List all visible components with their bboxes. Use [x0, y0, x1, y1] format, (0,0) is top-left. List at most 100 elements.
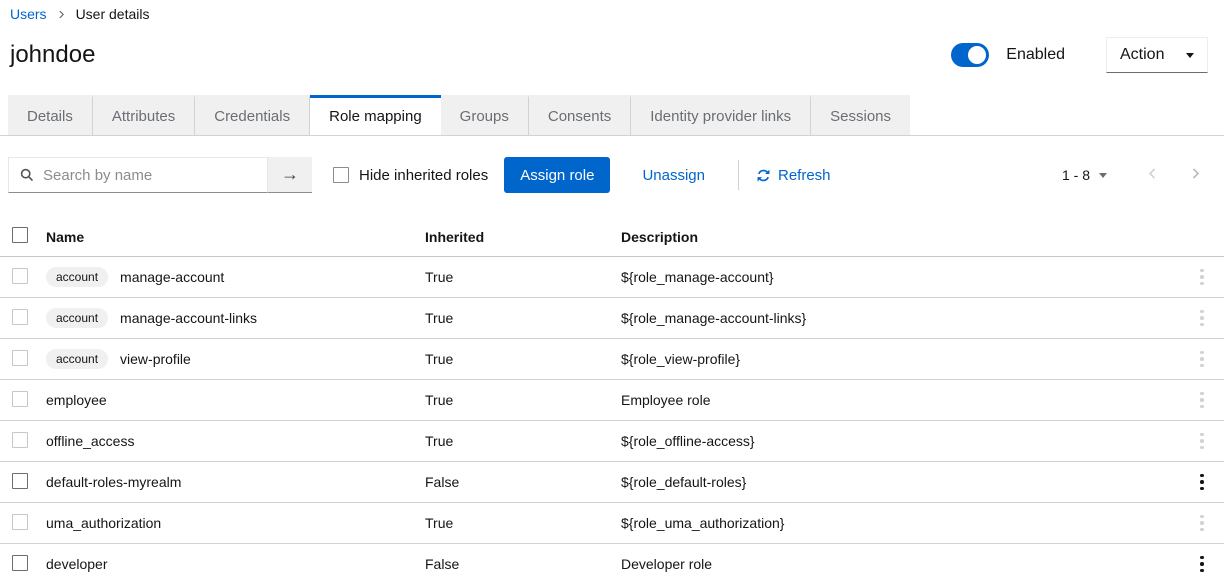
description-value: ${role_manage-account}: [621, 269, 1180, 285]
row-checkbox[interactable]: [12, 391, 28, 407]
hide-inherited-group: Hide inherited roles: [333, 167, 488, 184]
description-value: Employee role: [621, 392, 1180, 408]
tab-consents[interactable]: Consents: [529, 95, 631, 135]
breadcrumb-current: User details: [76, 6, 150, 22]
column-header-description: Description: [621, 229, 1180, 245]
inherited-value: False: [425, 556, 621, 572]
description-value: ${role_manage-account-links}: [621, 310, 1180, 326]
kebab-menu-icon[interactable]: [1196, 347, 1208, 372]
inherited-value: True: [425, 310, 621, 326]
role-mapping-table: Name Inherited Description account manag…: [0, 217, 1224, 583]
enabled-toggle[interactable]: [951, 43, 989, 67]
pagination-prev-button[interactable]: [1132, 167, 1174, 183]
table-row: uma_authorization True ${role_uma_author…: [0, 503, 1224, 544]
chevron-right-icon: [1189, 167, 1201, 180]
unassign-button[interactable]: Unassign: [626, 167, 721, 184]
table-row: default-roles-myrealm False ${role_defau…: [0, 462, 1224, 503]
hide-inherited-checkbox[interactable]: [333, 167, 349, 183]
tab-credentials[interactable]: Credentials: [195, 95, 310, 135]
tab-sessions[interactable]: Sessions: [811, 95, 910, 135]
select-all-checkbox[interactable]: [12, 227, 28, 243]
description-value: ${role_default-roles}: [621, 474, 1180, 490]
pagination-menu-toggle[interactable]: 1 - 8: [1062, 167, 1107, 183]
kebab-menu-icon[interactable]: [1196, 470, 1208, 495]
row-checkbox[interactable]: [12, 473, 28, 489]
description-value: Developer role: [621, 556, 1180, 572]
chevron-right-icon: [57, 9, 66, 20]
assign-role-button[interactable]: Assign role: [504, 157, 610, 193]
role-name: developer: [46, 556, 108, 572]
tab-groups[interactable]: Groups: [441, 95, 529, 135]
tab-details[interactable]: Details: [8, 95, 93, 135]
page-header: johndoe Enabled Action: [0, 24, 1224, 86]
search-group: →: [8, 157, 312, 193]
pagination: 1 - 8: [1062, 167, 1216, 183]
tab-label: Sessions: [830, 108, 891, 125]
table-body: account manage-account True ${role_manag…: [0, 257, 1224, 583]
table-row: account view-profile True ${role_view-pr…: [0, 339, 1224, 380]
row-checkbox[interactable]: [12, 350, 28, 366]
tab-role-mapping[interactable]: Role mapping: [310, 95, 441, 135]
tab-label: Consents: [548, 108, 611, 125]
caret-down-icon: [1186, 53, 1194, 58]
description-value: ${role_offline-access}: [621, 433, 1180, 449]
row-checkbox[interactable]: [12, 432, 28, 448]
row-checkbox[interactable]: [12, 309, 28, 325]
kebab-menu-icon[interactable]: [1196, 306, 1208, 331]
breadcrumb-link-users[interactable]: Users: [10, 6, 47, 22]
row-checkbox[interactable]: [12, 514, 28, 530]
role-name: uma_authorization: [46, 515, 161, 531]
tab-label: Identity provider links: [650, 108, 791, 125]
row-checkbox[interactable]: [12, 268, 28, 284]
table-header: Name Inherited Description: [0, 217, 1224, 257]
role-name: manage-account-links: [120, 310, 257, 326]
search-submit-button[interactable]: →: [268, 157, 312, 193]
inherited-value: True: [425, 433, 621, 449]
tab-label: Details: [27, 108, 73, 125]
hide-inherited-label: Hide inherited roles: [359, 167, 488, 184]
client-badge: account: [46, 308, 108, 328]
toggle-knob: [968, 46, 986, 64]
refresh-label: Refresh: [778, 167, 831, 184]
table-row: account manage-account-links True ${role…: [0, 298, 1224, 339]
toggle-label: Enabled: [1006, 46, 1065, 64]
tab-identity-provider-links[interactable]: Identity provider links: [631, 95, 811, 135]
tab-label: Credentials: [214, 108, 290, 125]
pagination-next-button[interactable]: [1174, 167, 1216, 183]
toolbar: → Hide inherited roles Assign role Unass…: [0, 136, 1224, 217]
page-title: johndoe: [10, 41, 95, 69]
inherited-value: True: [425, 392, 621, 408]
client-badge: account: [46, 267, 108, 287]
kebab-menu-icon[interactable]: [1196, 511, 1208, 536]
action-dropdown-label: Action: [1120, 46, 1164, 64]
column-header-inherited: Inherited: [425, 229, 621, 245]
tabs: Details Attributes Credentials Role mapping…: [0, 95, 1224, 136]
refresh-icon: [756, 168, 771, 183]
role-name: manage-account: [120, 269, 224, 285]
table-row: account manage-account True ${role_manag…: [0, 257, 1224, 298]
pagination-range: 1 - 8: [1062, 167, 1090, 183]
table-row: offline_access True ${role_offline-acces…: [0, 421, 1224, 462]
chevron-left-icon: [1147, 167, 1159, 180]
row-checkbox[interactable]: [12, 555, 28, 571]
tab-attributes[interactable]: Attributes: [93, 95, 195, 135]
description-value: ${role_view-profile}: [621, 351, 1180, 367]
breadcrumb: Users User details: [0, 0, 1224, 24]
role-name: offline_access: [46, 433, 134, 449]
kebab-menu-icon[interactable]: [1196, 429, 1208, 454]
toolbar-divider: [738, 160, 739, 190]
kebab-menu-icon[interactable]: [1196, 552, 1208, 577]
kebab-menu-icon[interactable]: [1196, 265, 1208, 290]
description-value: ${role_uma_authorization}: [621, 515, 1180, 531]
kebab-menu-icon[interactable]: [1196, 388, 1208, 413]
inherited-value: True: [425, 515, 621, 531]
search-input[interactable]: [9, 158, 267, 192]
table-row: employee True Employee role: [0, 380, 1224, 421]
tab-label: Attributes: [112, 108, 175, 125]
refresh-button[interactable]: Refresh: [756, 167, 831, 184]
search-icon: [20, 168, 34, 182]
inherited-value: False: [425, 474, 621, 490]
action-dropdown[interactable]: Action: [1106, 37, 1208, 73]
client-badge: account: [46, 349, 108, 369]
role-name: employee: [46, 392, 107, 408]
